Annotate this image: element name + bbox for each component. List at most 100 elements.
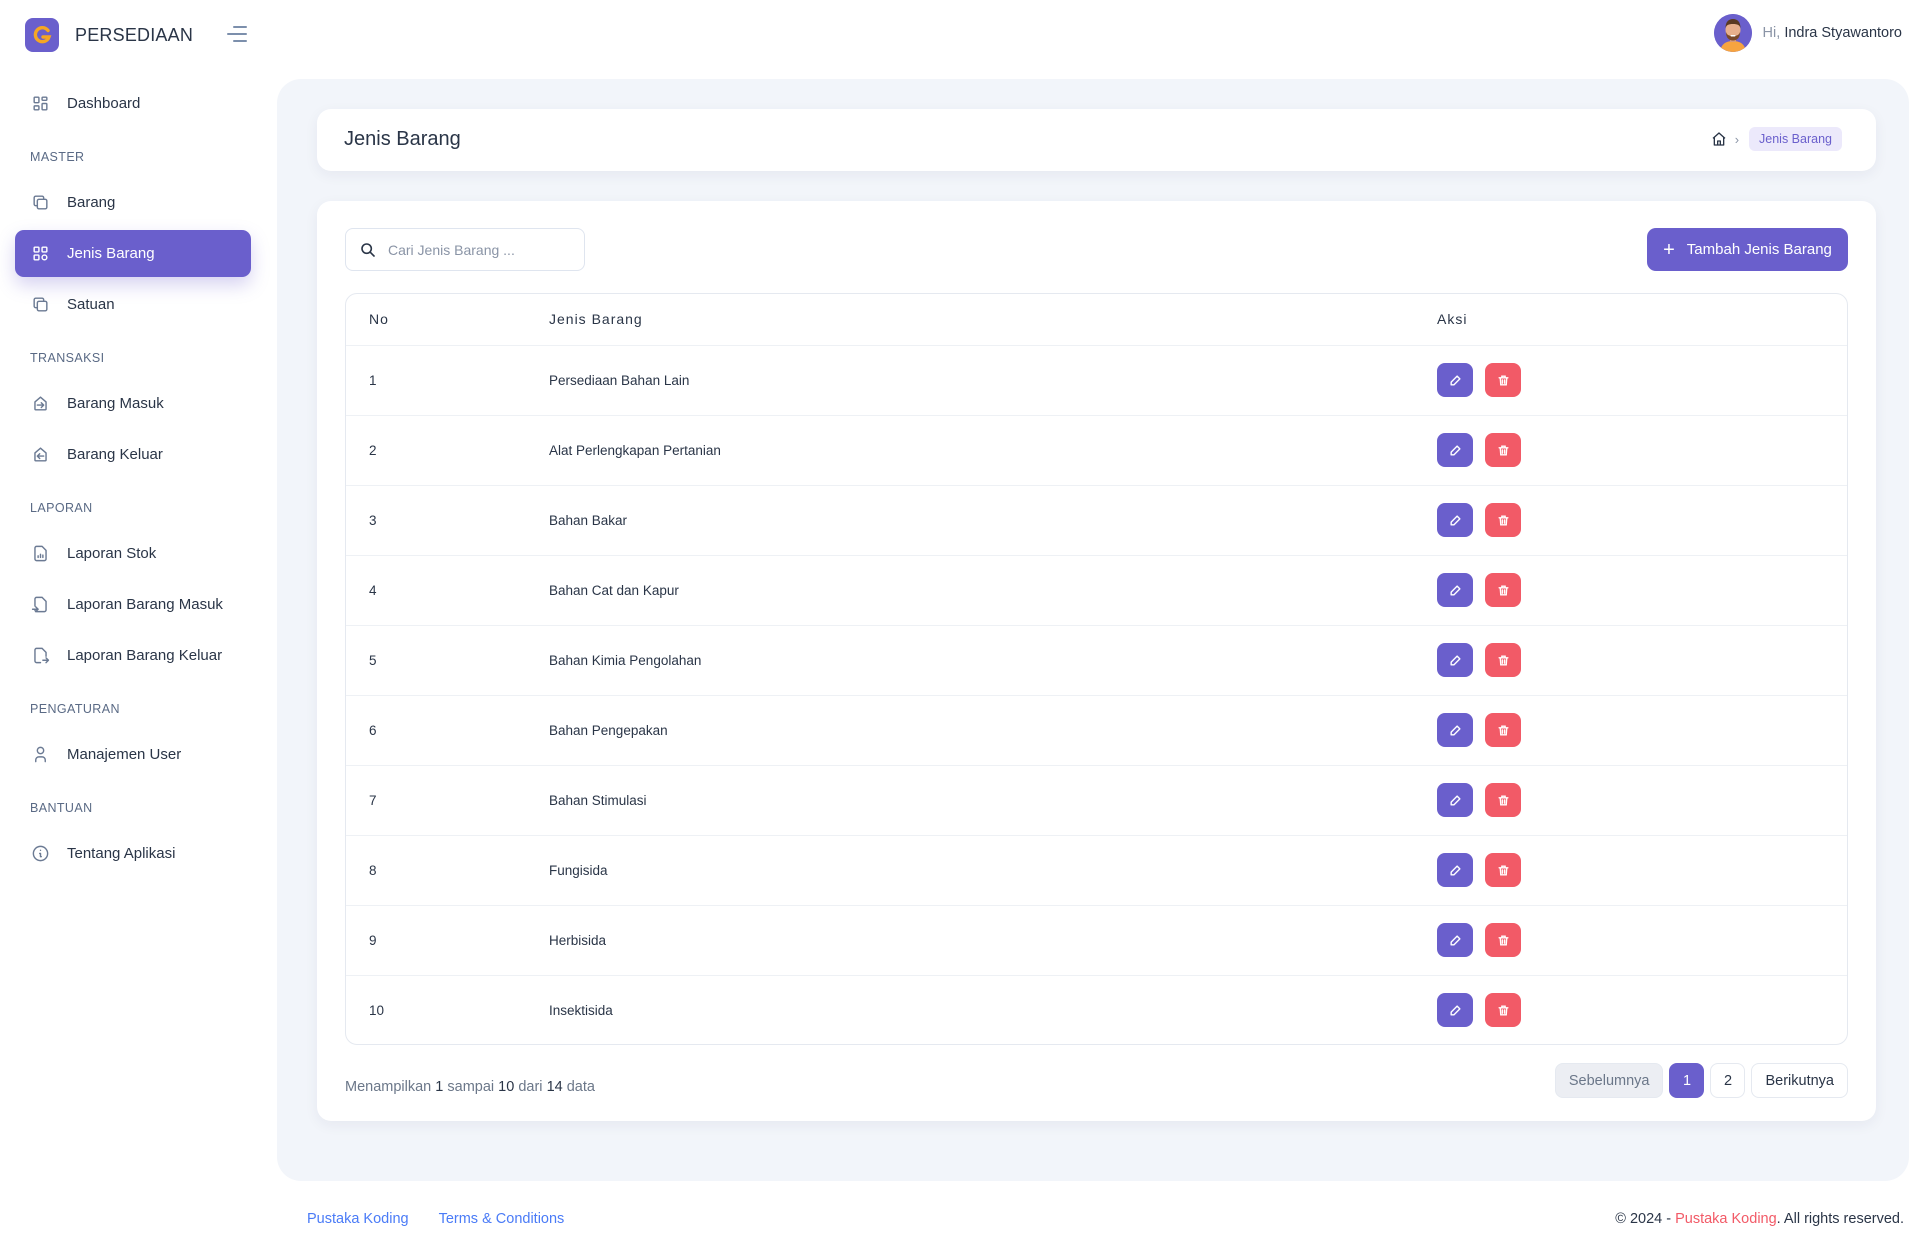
- sidebar-item-tentang-aplikasi[interactable]: Tentang Aplikasi: [15, 830, 251, 877]
- dashboard-icon: [30, 94, 50, 114]
- cell-no: 3: [346, 485, 549, 556]
- sidebar-item-laporan-stok[interactable]: Laporan Stok: [15, 530, 251, 577]
- delete-button[interactable]: [1485, 783, 1521, 817]
- footer-link-terms[interactable]: Terms & Conditions: [439, 1211, 565, 1227]
- cell-jenis-barang: Bahan Bakar: [549, 485, 1437, 556]
- table-row: 9 Herbisida: [346, 905, 1847, 976]
- previous-page-button[interactable]: Sebelumnya: [1554, 1063, 1664, 1098]
- delete-button[interactable]: [1485, 503, 1521, 537]
- delete-button[interactable]: [1485, 993, 1521, 1028]
- table-row: 6 Bahan Pengepakan: [346, 695, 1847, 766]
- sidebar-item-label: Manajemen User: [67, 746, 182, 763]
- edit-button[interactable]: [1437, 433, 1473, 467]
- add-jenis-barang-button[interactable]: + Tambah Jenis Barang: [1647, 228, 1848, 271]
- plus-icon: +: [1663, 238, 1675, 261]
- edit-button[interactable]: [1437, 853, 1473, 887]
- breadcrumb: › Jenis Barang: [1711, 127, 1842, 151]
- cell-aksi: [1437, 975, 1847, 1044]
- search-input[interactable]: [388, 241, 568, 258]
- data-table: No Jenis Barang Aksi 1 Persediaan Bahan L…: [345, 293, 1848, 1045]
- sidebar-section-master: MASTER: [30, 150, 85, 164]
- table-row: 1 Persediaan Bahan Lain: [346, 345, 1847, 416]
- delete-button[interactable]: [1485, 923, 1521, 957]
- sidebar-item-satuan[interactable]: Satuan: [15, 281, 251, 328]
- edit-icon: [1449, 934, 1462, 947]
- sidebar-item-laporan-barang-keluar[interactable]: Laporan Barang Keluar: [15, 632, 251, 679]
- table-row: 3 Bahan Bakar: [346, 485, 1847, 556]
- sidebar-item-label: Jenis Barang: [67, 245, 155, 262]
- cell-aksi: [1437, 345, 1847, 416]
- copyright-link[interactable]: Pustaka Koding: [1675, 1211, 1777, 1227]
- user-name: Indra Styawantoro: [1784, 25, 1902, 41]
- cell-jenis-barang: Herbisida: [549, 905, 1437, 976]
- user-menu[interactable]: Hi, Indra Styawantoro: [1713, 14, 1902, 52]
- cell-jenis-barang: Bahan Kimia Pengolahan: [549, 625, 1437, 696]
- next-page-button[interactable]: Berikutnya: [1751, 1063, 1848, 1098]
- edit-button[interactable]: [1437, 923, 1473, 957]
- delete-button[interactable]: [1485, 853, 1521, 887]
- edit-button[interactable]: [1437, 713, 1473, 747]
- data-card: + Tambah Jenis Barang No Jenis Barang Ak…: [317, 201, 1876, 1121]
- search-box[interactable]: [345, 228, 585, 271]
- file-export-icon: [30, 646, 50, 666]
- trash-icon: [1497, 514, 1510, 527]
- trash-icon: [1497, 864, 1510, 877]
- edit-button[interactable]: [1437, 573, 1473, 607]
- edit-icon: [1449, 374, 1462, 387]
- sidebar-item-barang-keluar[interactable]: Barang Keluar: [15, 431, 251, 478]
- copy-icon: [30, 193, 50, 213]
- delete-button[interactable]: [1485, 713, 1521, 747]
- add-button-label: Tambah Jenis Barang: [1686, 241, 1832, 258]
- edit-button[interactable]: [1437, 993, 1473, 1028]
- sidebar-section-pengaturan: PENGATURAN: [30, 702, 120, 716]
- copyright: © 2024 - Pustaka Koding. All rights rese…: [1615, 1211, 1904, 1227]
- edit-button[interactable]: [1437, 503, 1473, 537]
- sidebar-item-dashboard[interactable]: Dashboard: [15, 80, 251, 127]
- table-row: 2 Alat Perlengkapan Pertanian: [346, 415, 1847, 486]
- sidebar-item-barang[interactable]: Barang: [15, 179, 251, 226]
- menu-toggle-icon[interactable]: [225, 26, 247, 42]
- breadcrumb-current: Jenis Barang: [1749, 127, 1842, 151]
- avatar: [1713, 14, 1752, 52]
- sidebar-item-label: Laporan Stok: [67, 545, 157, 562]
- home-icon[interactable]: [1711, 131, 1727, 147]
- column-header-no: No: [346, 294, 549, 346]
- copy-icon: [30, 295, 50, 315]
- edit-button[interactable]: [1437, 783, 1473, 817]
- info-icon: [30, 844, 50, 864]
- cell-jenis-barang: Alat Perlengkapan Pertanian: [549, 415, 1437, 486]
- edit-icon: [1449, 584, 1462, 597]
- trash-icon: [1497, 1004, 1510, 1017]
- cell-no: 6: [346, 695, 549, 766]
- edit-icon: [1449, 794, 1462, 807]
- trash-icon: [1497, 724, 1510, 737]
- user-icon: [30, 745, 50, 765]
- cell-aksi: [1437, 625, 1847, 696]
- page-header: Jenis Barang › Jenis Barang: [317, 109, 1876, 171]
- trash-icon: [1497, 374, 1510, 387]
- delete-button[interactable]: [1485, 573, 1521, 607]
- edit-button[interactable]: [1437, 643, 1473, 677]
- page-title: Jenis Barang: [344, 128, 461, 150]
- brand-logo-icon: [25, 18, 59, 52]
- sidebar-item-manajemen-user[interactable]: Manajemen User: [15, 731, 251, 778]
- cell-jenis-barang: Persediaan Bahan Lain: [549, 345, 1437, 416]
- category-icon: [30, 244, 50, 264]
- cell-no: 10: [369, 1002, 385, 1018]
- footer-link-pustaka-koding[interactable]: Pustaka Koding: [307, 1211, 409, 1227]
- delete-button[interactable]: [1485, 363, 1521, 397]
- sidebar-item-jenis-barang[interactable]: Jenis Barang: [15, 230, 251, 277]
- page-2-button[interactable]: 2: [1710, 1063, 1746, 1098]
- sidebar-item-laporan-barang-masuk[interactable]: Laporan Barang Masuk: [15, 581, 251, 628]
- brand[interactable]: PERSEDIAAN: [25, 18, 193, 52]
- trash-icon: [1497, 934, 1510, 947]
- sidebar-item-label: Laporan Barang Keluar: [67, 647, 223, 664]
- cell-no: 1: [346, 345, 549, 416]
- delete-button[interactable]: [1485, 643, 1521, 677]
- delete-button[interactable]: [1485, 433, 1521, 467]
- page-1-button[interactable]: 1: [1669, 1063, 1705, 1098]
- sidebar-item-barang-masuk[interactable]: Barang Masuk: [15, 380, 251, 427]
- edit-button[interactable]: [1437, 363, 1473, 397]
- cell-no: 9: [346, 905, 549, 976]
- cell-jenis-barang: Bahan Pengepakan: [549, 695, 1437, 766]
